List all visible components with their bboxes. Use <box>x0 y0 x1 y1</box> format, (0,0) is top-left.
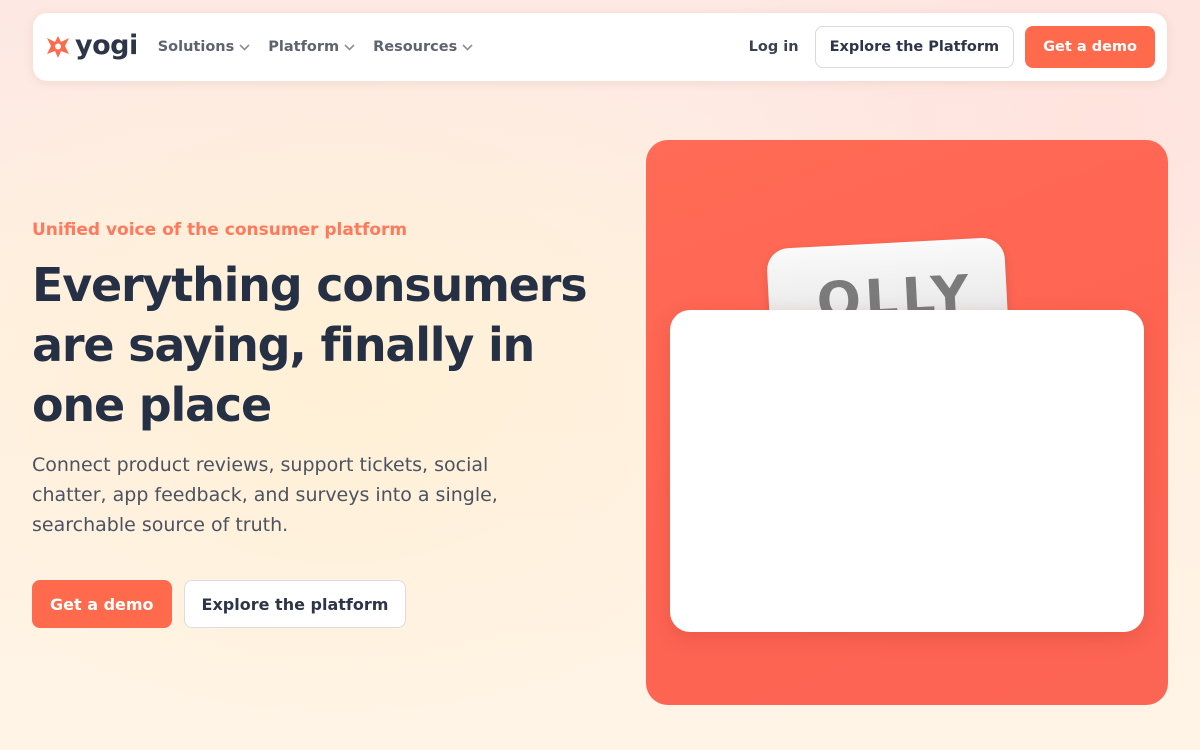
hero-headline: Everything consumers are saying, finally… <box>32 258 588 432</box>
top-navigation: yogi Solutions Platform Resources Log in… <box>33 13 1167 81</box>
login-link[interactable]: Log in <box>749 39 799 55</box>
main-menu: Solutions Platform Resources <box>158 39 474 55</box>
yogi-logo-icon <box>47 36 69 58</box>
chevron-down-icon <box>462 43 473 51</box>
hero-visual-panel: OLLY <box>646 140 1168 705</box>
hero-visual-card <box>670 310 1144 632</box>
logo[interactable]: yogi <box>45 29 138 61</box>
explore-platform-button[interactable]: Explore the Platform <box>814 26 1015 68</box>
hero-eyebrow: Unified voice of the consumer platform <box>32 220 408 240</box>
menu-item-solutions[interactable]: Solutions <box>158 39 251 55</box>
get-demo-button[interactable]: Get a demo <box>1025 26 1155 68</box>
hero-subtext: Connect product reviews, support tickets… <box>32 454 498 536</box>
logo-text: yogi <box>75 29 138 61</box>
nav-actions: Log in Explore the Platform Get a demo <box>749 26 1155 68</box>
hero-explore-platform-button[interactable]: Explore the platform <box>183 580 407 628</box>
menu-item-resources[interactable]: Resources <box>373 39 473 55</box>
menu-item-label: Platform <box>268 39 340 55</box>
hero-cta-row: Get a demo Explore the platform <box>32 580 407 628</box>
chevron-down-icon <box>344 43 355 51</box>
chevron-down-icon <box>239 43 250 51</box>
menu-item-label: Solutions <box>157 39 235 55</box>
menu-item-platform[interactable]: Platform <box>268 39 355 55</box>
hero-get-demo-button[interactable]: Get a demo <box>32 580 172 628</box>
menu-item-label: Resources <box>373 39 458 55</box>
